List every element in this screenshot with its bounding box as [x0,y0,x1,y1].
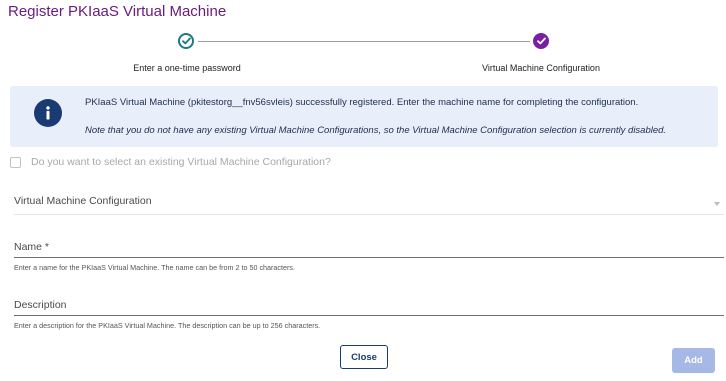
vm-config-select[interactable]: Virtual Machine Configuration [14,193,724,215]
existing-config-checkbox-label: Do you want to select an existing Virtua… [31,156,331,168]
name-field[interactable]: Name * [14,238,724,258]
name-field-label: Name * [14,241,50,253]
info-note: Note that you do not have any existing V… [85,125,667,136]
add-button[interactable]: Add [672,348,715,373]
chevron-down-icon [714,202,720,206]
info-banner: PKIaaS Virtual Machine (pkitestorg__fnv5… [10,86,718,147]
check-outline-icon [178,33,194,49]
check-filled-icon [533,33,549,49]
step-label-vm-configuration: Virtual Machine Configuration [482,63,600,73]
description-helper-text: Enter a description for the PKIaaS Virtu… [14,321,321,330]
info-icon [34,99,62,127]
dialog-title: Register PKIaaS Virtual Machine [8,3,227,20]
info-message: PKIaaS Virtual Machine (pkitestorg__fnv5… [85,97,639,108]
step-label-one-time-password: Enter a one-time password [133,63,241,73]
name-helper-text: Enter a name for the PKIaaS Virtual Mach… [14,263,295,272]
description-field-label: Description [14,299,67,311]
vm-config-select-label: Virtual Machine Configuration [14,195,152,207]
close-button[interactable]: Close [340,345,388,369]
existing-config-checkbox-row: Do you want to select an existing Virtua… [10,155,331,169]
description-field[interactable]: Description [14,296,724,316]
stepper-connector [198,41,530,42]
stepper: Enter a one-time password Virtual Machin… [0,30,726,80]
existing-config-checkbox[interactable] [10,156,21,168]
